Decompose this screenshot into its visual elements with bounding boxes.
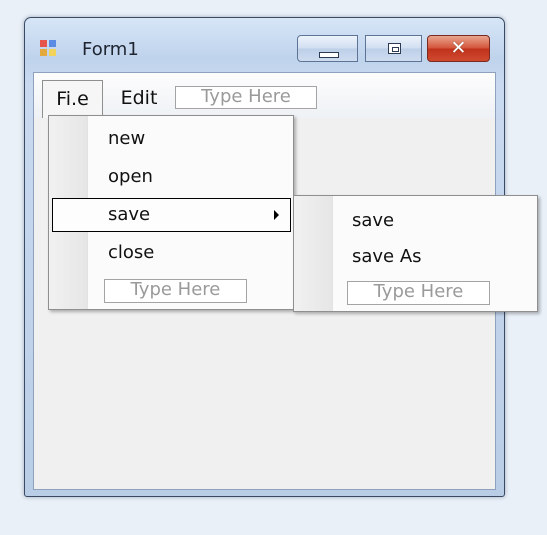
- menu-item-save: save: [108, 204, 151, 225]
- title-bar[interactable]: Form1 ✕: [25, 18, 504, 68]
- menu-strip: Fi.e Edit Type Here: [34, 73, 495, 118]
- minimize-icon: [319, 52, 339, 58]
- submenu-item-save-as[interactable]: save As: [352, 245, 422, 269]
- submenu-arrow-icon: [274, 210, 279, 220]
- maximize-button[interactable]: [365, 35, 422, 62]
- menu-file[interactable]: Fi.e: [42, 80, 103, 118]
- close-button[interactable]: ✕: [427, 35, 490, 62]
- app-icon-red-square: [40, 40, 47, 47]
- save-submenu: save save As Type Here: [293, 195, 538, 312]
- menubar-type-here-box[interactable]: Type Here: [175, 86, 317, 109]
- app-icon[interactable]: [40, 40, 56, 56]
- app-icon-yellow-square: [49, 49, 56, 56]
- close-icon: ✕: [450, 37, 467, 59]
- window-title: Form1: [82, 39, 139, 60]
- menu-item-close[interactable]: close: [108, 241, 154, 265]
- submenu-item-save[interactable]: save: [352, 209, 394, 233]
- menu-item-new[interactable]: new: [108, 127, 145, 151]
- menu-edit[interactable]: Edit: [113, 80, 165, 117]
- app-icon-blue-square: [49, 40, 56, 47]
- submenu-image-margin: [294, 196, 333, 311]
- menu-item-open[interactable]: open: [108, 165, 153, 189]
- file-menu-type-here-box[interactable]: Type Here: [104, 279, 247, 303]
- file-dropdown-menu: new open save close Type Here: [48, 115, 294, 310]
- menu-item-save-highlight[interactable]: save: [52, 198, 291, 232]
- minimize-button[interactable]: [297, 35, 358, 62]
- submenu-type-here-box[interactable]: Type Here: [347, 281, 490, 305]
- app-icon-orange-square: [40, 49, 47, 56]
- maximize-icon: [388, 43, 401, 54]
